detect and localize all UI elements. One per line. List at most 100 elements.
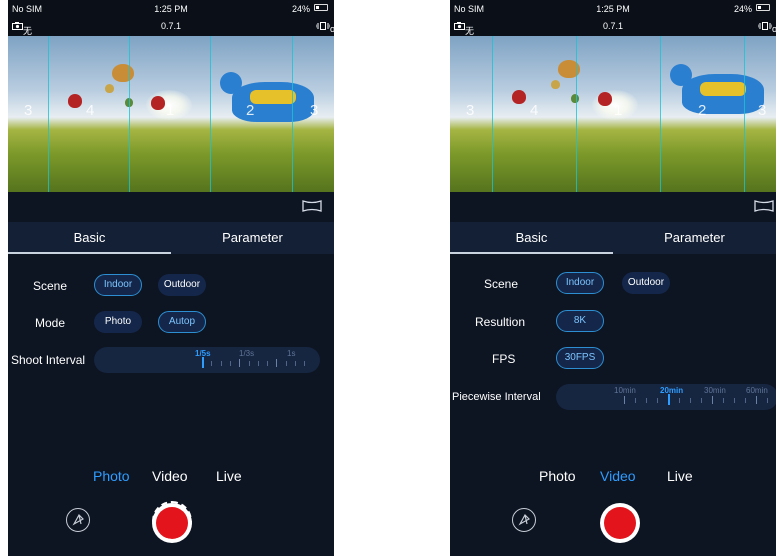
balloon-graphic — [105, 84, 114, 93]
gallery-icon — [72, 514, 84, 526]
mode-label: Mode — [35, 316, 66, 330]
gallery-button[interactable] — [66, 508, 90, 532]
balloon-graphic — [512, 90, 526, 104]
lens-number: 3 — [24, 102, 33, 119]
capture-bar — [8, 496, 334, 556]
interval-mark: 60min — [746, 386, 768, 395]
tab-basic[interactable]: Basic — [450, 222, 613, 254]
vibration-toggle[interactable]: off — [757, 21, 776, 34]
camera-info-bar: 无 0.7.1 off — [8, 18, 334, 36]
vibration-state: off — [772, 24, 776, 34]
grid-line — [492, 36, 493, 192]
slider-tick — [690, 398, 691, 403]
capture-bar — [450, 496, 776, 556]
mode-video-tab[interactable]: Video — [600, 468, 636, 484]
grid-line — [292, 36, 293, 192]
clock-text: 1:25 PM — [154, 4, 188, 14]
interval-mark: 1/3s — [239, 349, 255, 358]
grid-line — [210, 36, 211, 192]
balloon-graphic — [151, 96, 165, 110]
resolution-button[interactable]: 8K — [556, 310, 604, 332]
scene-indoor-button[interactable]: Indoor — [94, 274, 142, 296]
balloon-graphic — [571, 94, 579, 103]
panorama-view-icon[interactable] — [754, 199, 774, 213]
mascot-balloon-graphic — [220, 72, 314, 122]
shoot-interval-slider[interactable]: 1/5s 1/3s 1s — [94, 347, 320, 373]
lens-number: 2 — [246, 102, 255, 119]
gallery-icon — [518, 514, 530, 526]
slider-tick — [745, 398, 746, 403]
active-tab-indicator — [450, 252, 613, 254]
tab-basic[interactable]: Basic — [8, 222, 171, 254]
mode-photo-button[interactable]: Photo — [94, 311, 142, 333]
battery-icon — [314, 4, 328, 11]
battery-icon — [756, 4, 770, 11]
camera-info-bar: 无 0.7.1 off — [450, 18, 776, 36]
vibration-state: off — [330, 24, 334, 34]
gallery-button[interactable] — [512, 508, 536, 532]
mode-live-tab[interactable]: Live — [667, 468, 693, 484]
panorama-preview[interactable]: 3 4 1 2 3 — [450, 36, 776, 192]
slider-tick — [734, 398, 735, 403]
mode-photo-tab[interactable]: Photo — [93, 468, 130, 484]
slider-tick — [257, 361, 259, 366]
slider-tick — [295, 361, 296, 366]
slider-tick — [635, 398, 636, 403]
mode-autop-button[interactable]: Autop — [158, 311, 206, 333]
preview-controls — [8, 192, 334, 222]
scene-label: Scene — [33, 279, 68, 293]
active-tab-indicator — [8, 252, 171, 254]
scene-outdoor-button[interactable]: Outdoor — [622, 272, 670, 294]
settings-tabs: Basic Parameter — [450, 222, 776, 254]
scene-label: Scene — [484, 277, 519, 291]
capture-mode-selector: Photo Video Live — [450, 462, 776, 492]
grid-line — [744, 36, 745, 192]
lens-number: 4 — [530, 102, 539, 119]
preview-controls — [450, 192, 776, 222]
lens-number: 2 — [698, 102, 707, 119]
slider-tick — [229, 361, 231, 366]
vibrate-icon — [757, 22, 773, 30]
shutter-dashed-ring — [152, 501, 192, 541]
panorama-view-icon[interactable] — [302, 199, 322, 213]
balloon-graphic — [68, 94, 82, 108]
grid-line — [129, 36, 130, 192]
scene-indoor-button[interactable]: Indoor — [556, 272, 604, 294]
balloon-graphic — [598, 92, 612, 106]
phone-screen-video-mode: No SIM 1:25 PM 24% 无 0.7.1 off 3 4 1 2 3 — [450, 0, 776, 556]
mode-video-tab[interactable]: Video — [152, 468, 188, 484]
slider-tick — [756, 396, 757, 404]
mascot-balloon-graphic — [670, 64, 764, 114]
tab-parameter[interactable]: Parameter — [613, 222, 776, 254]
record-button[interactable] — [600, 503, 640, 543]
tab-parameter[interactable]: Parameter — [171, 222, 334, 254]
lens-number: 1 — [166, 102, 175, 119]
fps-label: FPS — [492, 352, 516, 366]
slider-tick — [211, 361, 213, 366]
slider-tick — [202, 357, 204, 368]
lens-number: 3 — [758, 102, 767, 119]
version-text: 0.7.1 — [160, 21, 182, 31]
lens-number: 1 — [614, 102, 623, 119]
balloon-graphic — [551, 80, 560, 89]
slider-tick — [679, 398, 680, 403]
resolution-label: Resultion — [475, 315, 526, 329]
phone-screen-photo-mode: No SIM 1:25 PM 24% 无 0.7.1 off 3 4 1 2 3 — [8, 0, 334, 556]
shoot-interval-label: Shoot Interval — [11, 353, 86, 367]
mode-photo-tab[interactable]: Photo — [539, 468, 576, 484]
panorama-preview[interactable]: 3 4 1 2 3 — [8, 36, 334, 192]
clock-text: 1:25 PM — [596, 4, 630, 14]
scene-outdoor-button[interactable]: Outdoor — [158, 274, 206, 296]
slider-tick — [239, 359, 241, 367]
slider-tick — [646, 398, 647, 403]
status-bar: No SIM 1:25 PM 24% — [8, 0, 334, 18]
grid-line — [48, 36, 49, 192]
mode-live-tab[interactable]: Live — [216, 468, 242, 484]
interval-mark: 1s — [287, 349, 296, 358]
vibration-toggle[interactable]: off — [315, 21, 334, 34]
fps-button[interactable]: 30FPS — [556, 347, 604, 369]
record-dot — [604, 507, 636, 539]
slider-tick — [657, 398, 658, 403]
piecewise-interval-slider[interactable]: 10min 20min 30min 60min — [556, 384, 776, 410]
vibrate-icon — [315, 22, 331, 30]
